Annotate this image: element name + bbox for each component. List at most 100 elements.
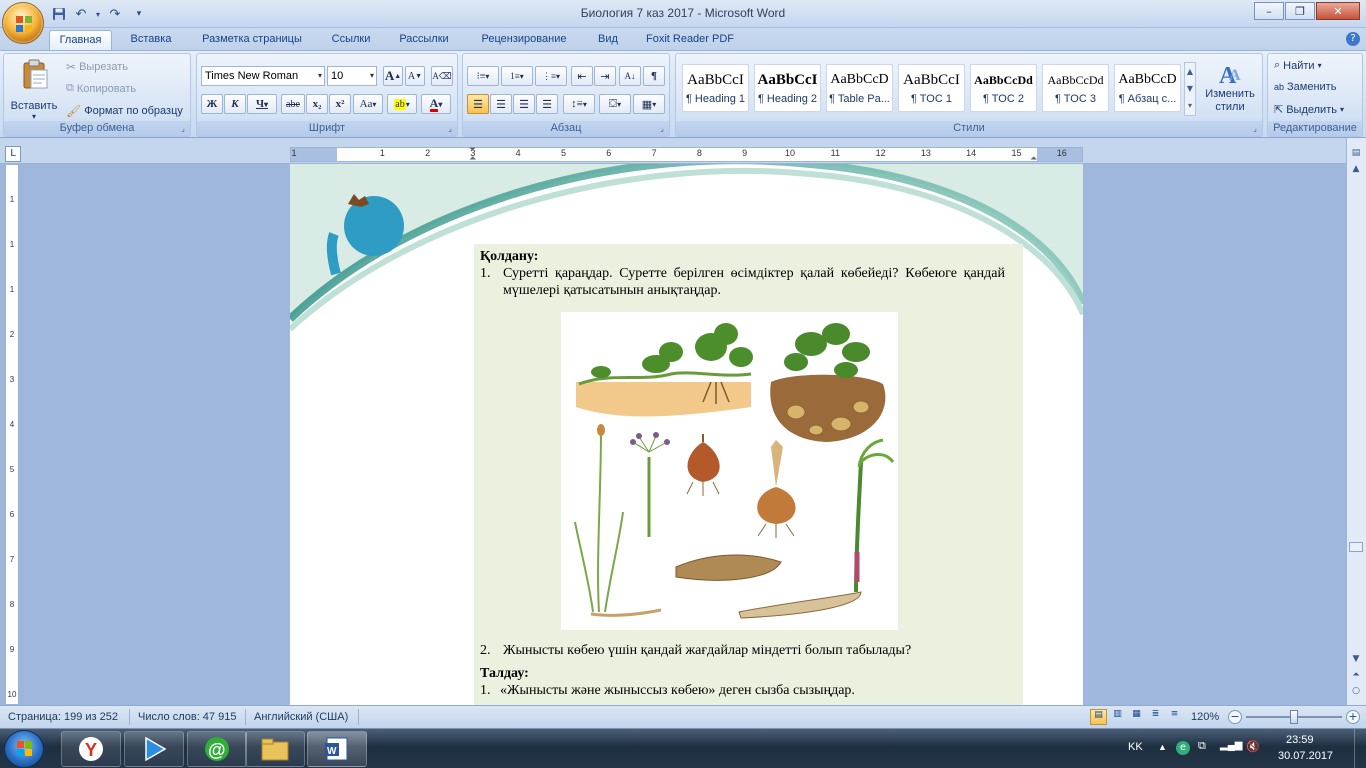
zoom-slider[interactable] xyxy=(1246,710,1342,724)
style-toc-1[interactable]: AaBbCcI ¶ TOC 1 xyxy=(898,64,965,112)
close-button[interactable]: ✕ xyxy=(1316,2,1360,20)
horizontal-ruler[interactable]: 1 1 2 3 4 5 6 7 8 9 10 11 12 13 14 15 16 ⏷ ⏶ ⏶ xyxy=(290,145,1083,164)
bullets-button[interactable]: ⁝≡ ▾ xyxy=(467,66,499,86)
subscript-button[interactable]: x₂ xyxy=(306,94,328,114)
show-desktop-button[interactable] xyxy=(1354,729,1366,768)
clock-date[interactable]: 30.07.2017 xyxy=(1278,750,1333,762)
align-center-button[interactable]: ☰ xyxy=(490,94,512,114)
minimize-button[interactable]: – xyxy=(1254,2,1284,20)
language-indicator[interactable]: Английский (США) xyxy=(254,711,348,723)
tab-review[interactable]: Рецензирование xyxy=(468,30,580,50)
taskbar-word[interactable]: W xyxy=(307,731,367,767)
numbering-button[interactable]: 1≡ ▾ xyxy=(501,66,533,86)
paste-dropdown-icon[interactable]: ▾ xyxy=(8,112,60,121)
scroll-down-icon[interactable]: ▼ xyxy=(1347,654,1365,670)
zoom-out-button[interactable]: − xyxy=(1228,710,1242,724)
scroll-thumb[interactable] xyxy=(1349,542,1363,552)
taskbar-media-player[interactable] xyxy=(124,731,184,767)
zoom-level[interactable]: 120% xyxy=(1191,711,1219,723)
tab-foxit[interactable]: Foxit Reader PDF xyxy=(636,30,744,50)
line-spacing-button[interactable]: ↕≡ ▾ xyxy=(563,94,595,114)
change-case-button[interactable]: Aa ▾ xyxy=(353,94,383,114)
borders-button[interactable]: ▦ ▾ xyxy=(633,94,665,114)
cut-button[interactable]: ✂ Вырезать xyxy=(66,60,128,74)
tab-view[interactable]: Вид xyxy=(590,30,626,50)
paragraph-launcher-icon[interactable]: ⌟ xyxy=(657,124,667,134)
highlight-button[interactable]: ab ▾ xyxy=(387,94,417,114)
tab-selector[interactable]: L xyxy=(5,146,21,162)
document-page[interactable]: Қолдану: 1. Суретті қараңдар. Суретте бе… xyxy=(290,164,1083,705)
multilevel-list-button[interactable]: ⋮≡ ▾ xyxy=(535,66,567,86)
zoom-slider-thumb[interactable] xyxy=(1290,710,1298,724)
page-counter[interactable]: Страница: 199 из 252 xyxy=(8,711,118,723)
shrink-font-button[interactable]: A ▼ xyxy=(405,66,425,86)
web-layout-icon[interactable]: ▦ xyxy=(1128,709,1145,725)
tab-page-layout[interactable]: Разметка страницы xyxy=(192,30,312,50)
office-button[interactable] xyxy=(2,2,44,44)
scroll-up-icon[interactable]: ▲ xyxy=(1347,164,1365,180)
clipboard-launcher-icon[interactable]: ⌟ xyxy=(178,124,188,134)
grow-font-button[interactable]: A ▲ xyxy=(383,66,403,86)
bold-button[interactable]: Ж xyxy=(201,94,223,114)
tab-insert[interactable]: Вставка xyxy=(120,30,182,50)
ruler-toggle-icon[interactable]: ▤ xyxy=(1347,148,1365,164)
sort-button[interactable]: A↓ xyxy=(619,66,641,86)
replace-button[interactable]: ab Заменить xyxy=(1274,81,1336,93)
vertical-ruler[interactable]: 1 1 1 2 3 4 5 6 7 8 9 10 xyxy=(5,164,19,705)
draft-icon[interactable]: ≡ xyxy=(1166,709,1183,725)
styles-scroll[interactable]: ▲ ▼ ▾ xyxy=(1184,62,1196,116)
font-name-select[interactable]: Times New Roman ▾ xyxy=(201,66,325,86)
superscript-button[interactable]: x² xyxy=(329,94,351,114)
taskbar-explorer[interactable] xyxy=(245,731,305,767)
strikethrough-button[interactable]: abe xyxy=(281,94,305,114)
content-frame[interactable]: Қолдану: 1. Суретті қараңдар. Суретте бе… xyxy=(474,244,1023,705)
justify-button[interactable]: ☰ xyxy=(536,94,558,114)
print-layout-icon[interactable]: ▤ xyxy=(1090,709,1107,725)
style-table-paragraph[interactable]: AaBbCcD ¶ Table Pa... xyxy=(826,64,893,112)
styles-launcher-icon[interactable]: ⌟ xyxy=(1250,124,1260,134)
copy-button[interactable]: ⧉ Копировать xyxy=(66,82,136,95)
change-styles-button[interactable]: AA Изменить стили xyxy=(1200,58,1260,120)
format-painter-button[interactable]: 🖌 Формат по образцу xyxy=(66,104,183,118)
show-hidden-icons-icon[interactable]: ▲ xyxy=(1158,742,1167,752)
find-button[interactable]: ⌕ Найти ▾ xyxy=(1274,59,1322,72)
word-count[interactable]: Число слов: 47 915 xyxy=(138,711,236,723)
vertical-scrollbar[interactable]: ▤ ▲ ▼ ⏶ ○ xyxy=(1346,138,1366,705)
show-formatting-button[interactable]: ¶ xyxy=(643,66,665,86)
taskbar-yandex[interactable]: Y xyxy=(61,731,121,767)
font-color-button[interactable]: A ▾ xyxy=(421,94,451,114)
signal-strength-icon[interactable]: ▂▄▆ xyxy=(1220,740,1242,751)
browse-object-icon[interactable]: ○ xyxy=(1347,686,1365,702)
browser-tray-icon[interactable]: e xyxy=(1176,741,1190,755)
font-launcher-icon[interactable]: ⌟ xyxy=(445,124,455,134)
select-button[interactable]: ⇱ Выделить ▾ xyxy=(1274,103,1344,117)
right-indent-marker[interactable]: ⏶ xyxy=(1030,154,1037,164)
network-monitor-icon[interactable]: ⧉ xyxy=(1198,740,1206,753)
style-toc-3[interactable]: AaBbCcDd ¶ TOC 3 xyxy=(1042,64,1109,112)
decrease-indent-button[interactable]: ⇤ xyxy=(571,66,593,86)
tab-home[interactable]: Главная xyxy=(49,30,112,50)
align-right-button[interactable]: ☰ xyxy=(513,94,535,114)
italic-button[interactable]: К xyxy=(224,94,246,114)
increase-indent-button[interactable]: ⇥ xyxy=(594,66,616,86)
style-list-paragraph[interactable]: AaBbCcD ¶ Абзац с... xyxy=(1114,64,1181,112)
full-screen-reading-icon[interactable]: ▥ xyxy=(1109,709,1126,725)
previous-page-icon[interactable]: ⏶ xyxy=(1347,670,1365,686)
help-icon[interactable]: ? xyxy=(1346,32,1360,46)
underline-button[interactable]: Ч ▾ xyxy=(247,94,277,114)
style-heading-2[interactable]: AaBbCcI ¶ Heading 2 xyxy=(754,64,821,112)
taskbar-mail-agent[interactable]: @ xyxy=(187,731,247,767)
document-area[interactable]: Қолдану: 1. Суретті қараңдар. Суретте бе… xyxy=(24,164,1346,705)
plants-illustration[interactable] xyxy=(561,312,898,630)
volume-muted-icon[interactable]: 🔇 xyxy=(1246,740,1260,753)
clear-formatting-button[interactable]: A⌫ xyxy=(431,66,453,86)
paste-button[interactable]: Вставить ▾ xyxy=(8,58,60,121)
style-toc-2[interactable]: AaBbCcDd ¶ TOC 2 xyxy=(970,64,1037,112)
input-language[interactable]: KK xyxy=(1128,741,1143,753)
start-button[interactable] xyxy=(4,730,44,768)
align-left-button[interactable]: ☰ xyxy=(467,94,489,114)
clock-time[interactable]: 23:59 xyxy=(1286,734,1314,746)
tab-references[interactable]: Ссылки xyxy=(322,30,380,50)
maximize-button[interactable]: ❐ xyxy=(1285,2,1315,20)
font-size-select[interactable]: 10 ▾ xyxy=(327,66,377,86)
